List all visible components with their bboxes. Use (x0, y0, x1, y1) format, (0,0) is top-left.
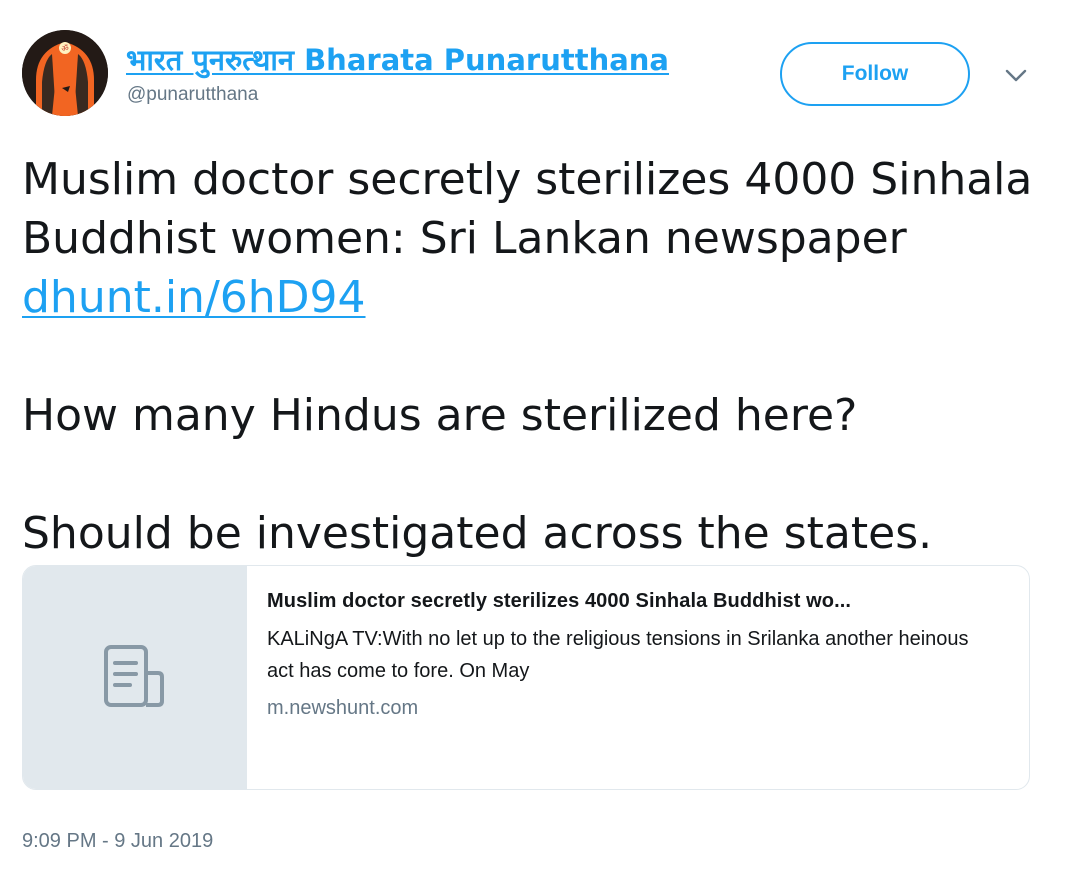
follow-button[interactable]: Follow (780, 42, 970, 106)
tweet-timestamp[interactable]: 9:09 PM - 9 Jun 2019 (22, 830, 213, 853)
tweet-text: Muslim doctor secretly sterilizes 4000 S… (22, 150, 1052, 563)
tweet-line: Muslim doctor secretly sterilizes 4000 S… (22, 154, 1033, 205)
card-title: Muslim doctor secretly sterilizes 4000 S… (267, 590, 852, 612)
avatar[interactable]: ॐ (22, 30, 108, 116)
card-media (23, 566, 247, 789)
om-temple-avatar-icon: ॐ (22, 30, 108, 116)
author-display-name[interactable]: भारत पुनरुत्थान Bharata Punarutthana (126, 40, 669, 79)
card-domain: m.newshunt.com (267, 697, 419, 719)
author-handle[interactable]: @punarutthana (127, 84, 258, 106)
link-preview-card[interactable]: Muslim doctor secretly sterilizes 4000 S… (22, 565, 1030, 790)
more-options-button[interactable] (1002, 64, 1030, 88)
chevron-down-icon (1005, 69, 1027, 82)
card-body: Muslim doctor secretly sterilizes 4000 S… (247, 566, 1029, 789)
svg-text:ॐ: ॐ (61, 44, 68, 53)
tweet-link[interactable]: dhunt.in/6hD94 (22, 272, 366, 323)
document-icon (104, 644, 164, 707)
tweet-paragraph: Should be investigated across the states… (22, 508, 933, 559)
tweet-paragraph: How many Hindus are sterilized here? (22, 390, 858, 441)
card-description: KALiNgA TV:With no let up to the religio… (267, 628, 969, 682)
tweet-line: Buddhist women: Sri Lankan newspaper (22, 213, 907, 264)
